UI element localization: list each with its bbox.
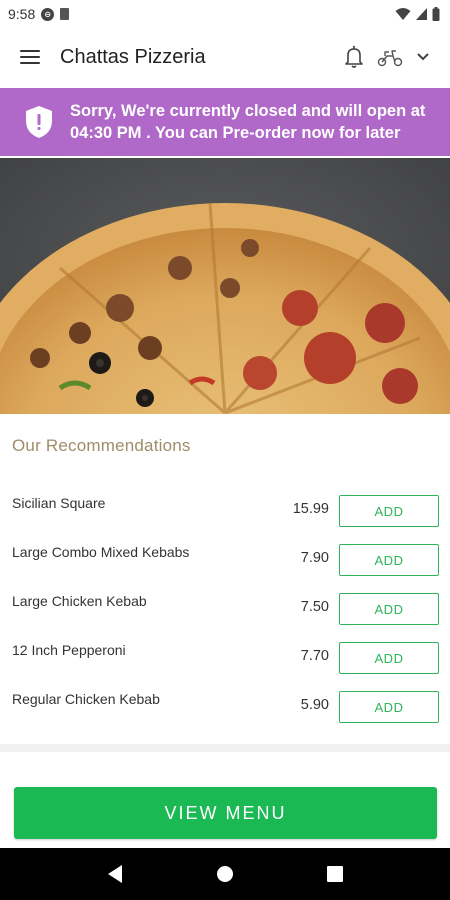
home-circle-icon xyxy=(217,866,233,882)
item-price: 7.90 xyxy=(300,550,329,566)
mode-dropdown-button[interactable] xyxy=(408,28,438,86)
nav-back-button[interactable] xyxy=(95,854,135,894)
status-bar: 9:58 ⊖ xyxy=(0,0,450,28)
menu-button[interactable] xyxy=(0,28,60,86)
item-price: 7.70 xyxy=(300,648,329,664)
add-button[interactable]: ADD xyxy=(339,544,439,576)
wifi-icon xyxy=(395,8,411,20)
add-button[interactable]: ADD xyxy=(339,495,439,527)
order-mode-button[interactable] xyxy=(372,28,408,86)
status-left: 9:58 ⊖ xyxy=(8,6,70,22)
shield-alert-icon xyxy=(26,106,52,138)
sd-card-icon xyxy=(60,8,70,20)
closed-message-line1: Sorry, We're currently closed and will o… xyxy=(70,102,426,120)
add-button[interactable]: ADD xyxy=(339,642,439,674)
chevron-down-icon xyxy=(417,53,429,61)
pizza-illustration xyxy=(0,158,450,414)
item-name: Sicilian Square xyxy=(12,495,106,511)
view-menu-button[interactable]: VIEW MENU xyxy=(14,787,437,839)
list-item: Large Combo Mixed Kebabs 7.90 ADD xyxy=(0,544,450,578)
item-name: Large Chicken Kebab xyxy=(12,593,147,609)
closed-message-line2: 04:30 PM . You can Pre-order now for lat… xyxy=(70,124,401,142)
system-nav-bar xyxy=(0,848,450,900)
recents-square-icon xyxy=(327,866,343,882)
app-bar: Chattas Pizzeria xyxy=(0,28,450,86)
scooter-icon xyxy=(377,50,403,67)
battery-icon xyxy=(432,7,440,21)
nav-recents-button[interactable] xyxy=(315,854,355,894)
closed-banner: Sorry, We're currently closed and will o… xyxy=(0,88,450,156)
item-name: Large Combo Mixed Kebabs xyxy=(12,544,190,560)
recommendations-section: Our Recommendations Sicilian Square 15.9… xyxy=(0,414,450,744)
status-right xyxy=(395,7,440,21)
nav-home-button[interactable] xyxy=(205,854,245,894)
item-price: 5.90 xyxy=(300,697,329,713)
back-triangle-icon xyxy=(108,865,122,883)
item-price: 7.50 xyxy=(300,599,329,615)
signal-icon xyxy=(416,8,427,20)
list-item: Large Chicken Kebab 7.50 ADD xyxy=(0,593,450,627)
list-item: Sicilian Square 15.99 ADD xyxy=(0,495,450,529)
notification-icon: ⊖ xyxy=(41,7,55,21)
closed-message: Sorry, We're currently closed and will o… xyxy=(70,100,425,144)
item-price: 15.99 xyxy=(292,501,329,517)
status-time: 9:58 xyxy=(8,6,36,22)
next-section-peek xyxy=(0,752,450,782)
app-title: Chattas Pizzeria xyxy=(60,45,206,68)
bell-icon xyxy=(345,45,363,68)
list-item: Regular Chicken Kebab 5.90 ADD xyxy=(0,691,450,725)
item-name: 12 Inch Pepperoni xyxy=(12,642,126,658)
hamburger-icon xyxy=(20,50,40,64)
list-item: 12 Inch Pepperoni 7.70 ADD xyxy=(0,642,450,676)
hero-pizza-image xyxy=(0,158,450,414)
notifications-button[interactable] xyxy=(336,28,372,86)
add-button[interactable]: ADD xyxy=(339,593,439,625)
section-divider xyxy=(0,744,450,752)
add-button[interactable]: ADD xyxy=(339,691,439,723)
recommendations-title: Our Recommendations xyxy=(12,436,191,455)
item-name: Regular Chicken Kebab xyxy=(12,691,160,707)
